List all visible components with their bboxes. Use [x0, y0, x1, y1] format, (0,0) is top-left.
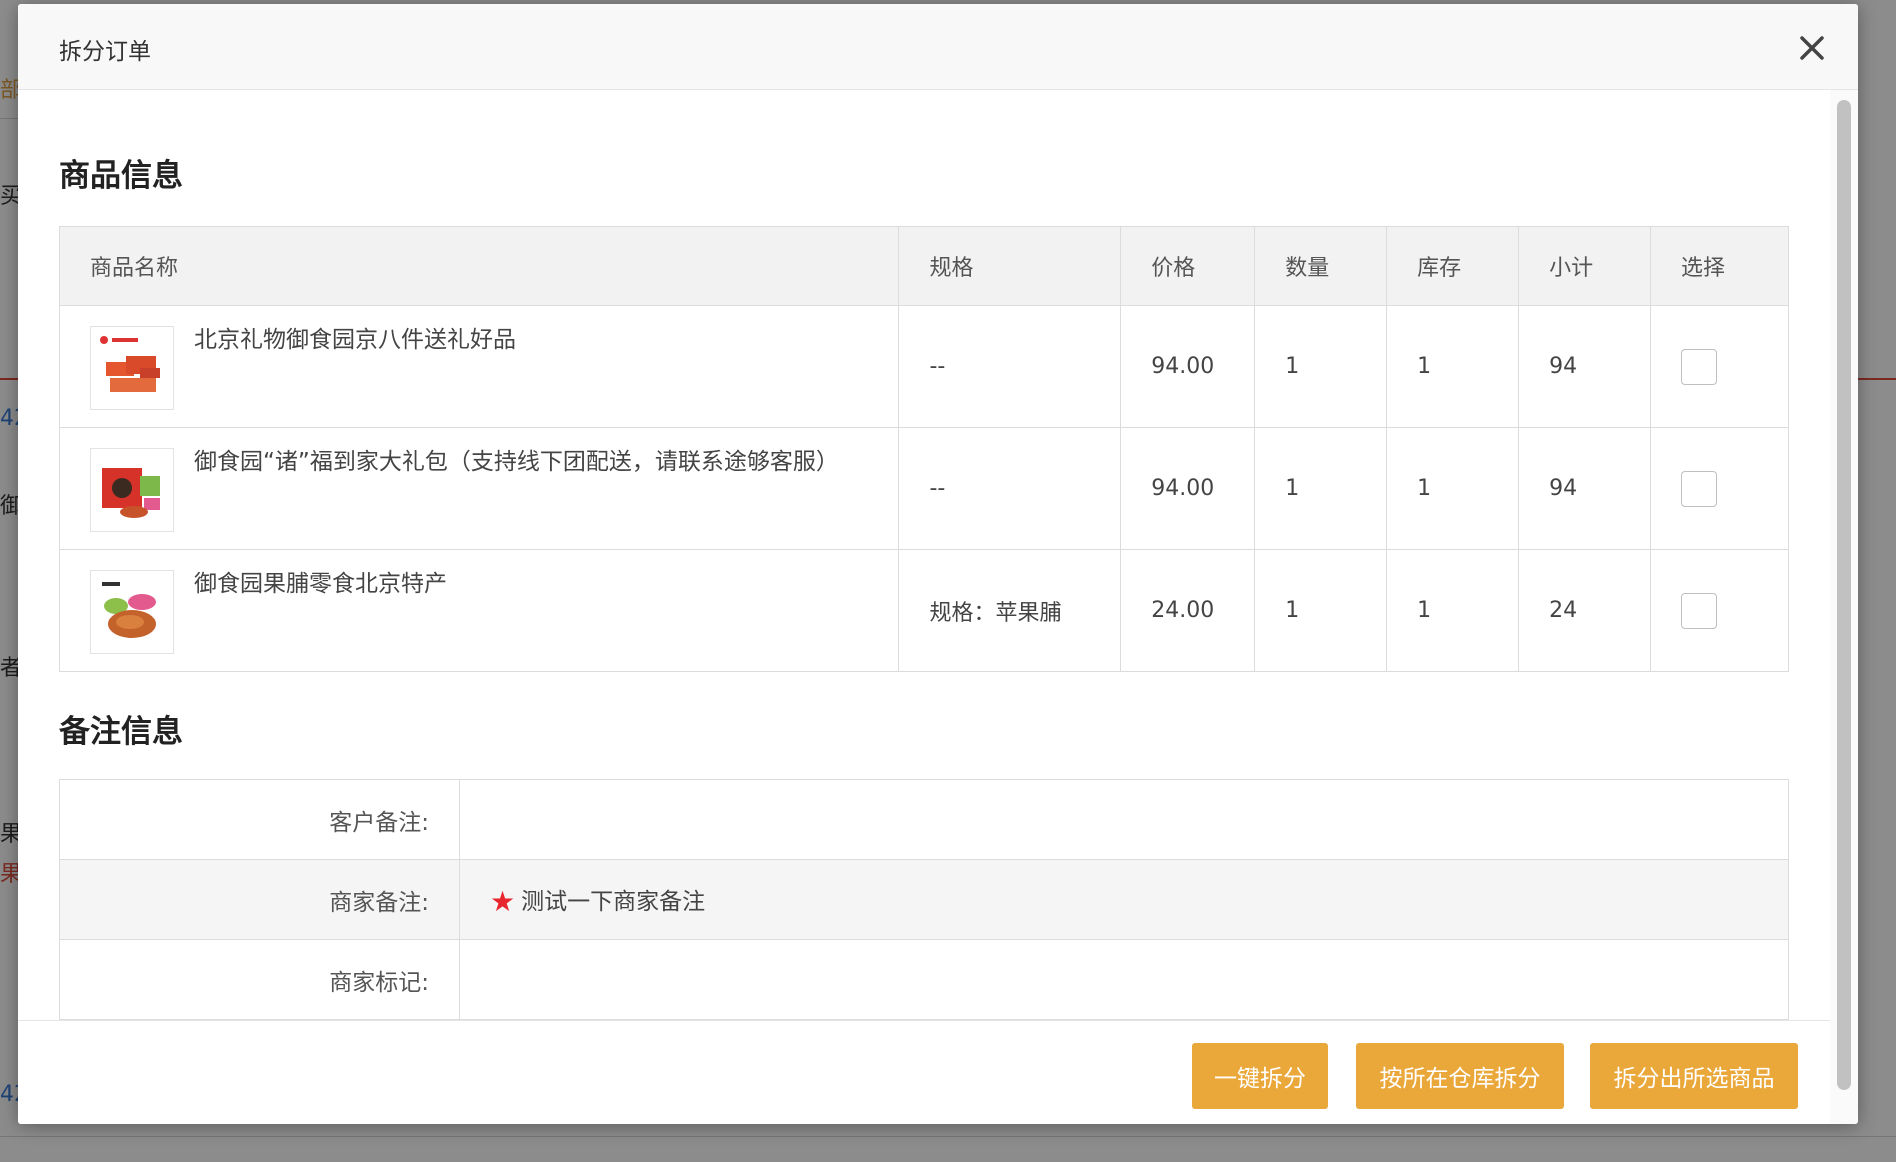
goods-section-title: 商品信息	[59, 158, 183, 194]
select-checkbox[interactable]	[1681, 348, 1718, 385]
merchant-remark-label: 商家备注:	[59, 859, 460, 940]
select-cell	[1650, 427, 1789, 550]
remarks-section-title: 备注信息	[59, 714, 183, 750]
remark-row-mark: 商家标记:	[59, 939, 1789, 1020]
customer-remark-value	[459, 779, 1789, 860]
product-name[interactable]: 北京礼物御食园京八件送礼好品	[194, 326, 516, 356]
merchant-mark-label: 商家标记:	[59, 939, 460, 1020]
spec-cell: --	[898, 305, 1122, 428]
product-name[interactable]: 御食园“诸”福到家大礼包（支持线下团配送，请联系途够客服）	[194, 448, 839, 478]
close-icon[interactable]	[1794, 30, 1830, 66]
stock-cell: 1	[1386, 305, 1520, 428]
split-selected-button[interactable]: 拆分出所选商品	[1590, 1043, 1798, 1109]
goods-table-header: 商品名称 规格 价格 数量 库存 小计 选择	[58, 226, 1789, 306]
remarks-table: 客户备注: 商家备注: ★ 测试一下商家备注 商家标记:	[59, 779, 1789, 1020]
dried-fruit-image[interactable]	[90, 570, 174, 654]
table-row: 御食园果脯零食北京特产 规格：苹果脯 24.00 1 1 24	[58, 549, 1789, 672]
star-icon: ★	[490, 884, 516, 918]
select-checkbox[interactable]	[1681, 470, 1718, 507]
merchant-mark-value	[459, 939, 1789, 1020]
col-name: 商品名称	[58, 226, 900, 306]
col-stock: 库存	[1386, 226, 1520, 306]
split-by-warehouse-button[interactable]: 按所在仓库拆分	[1356, 1043, 1564, 1109]
dialog-footer: 一键拆分 按所在仓库拆分 拆分出所选商品	[18, 1020, 1830, 1124]
one-click-split-button[interactable]: 一键拆分	[1192, 1043, 1328, 1109]
col-subtotal: 小计	[1518, 226, 1652, 306]
spec-cell: --	[898, 427, 1122, 550]
scrollbar-thumb[interactable]	[1837, 100, 1851, 1090]
merchant-remark-cell: ★ 测试一下商家备注	[459, 859, 1789, 940]
dialog-header: 拆分订单	[18, 4, 1858, 90]
split-order-dialog: 拆分订单 商品信息 商品名称 规格 价格 数量 库存 小计 选择 北京礼物御食园…	[18, 4, 1858, 1124]
subtotal-cell: 94	[1518, 427, 1652, 550]
select-cell	[1650, 549, 1789, 672]
col-select: 选择	[1650, 226, 1789, 306]
col-qty: 数量	[1254, 226, 1388, 306]
subtotal-cell: 94	[1518, 305, 1652, 428]
gift-pack-image[interactable]	[90, 448, 174, 532]
product-cell: 北京礼物御食园京八件送礼好品	[58, 305, 900, 428]
customer-remark-label: 客户备注:	[59, 779, 460, 860]
merchant-remark-value: 测试一下商家备注	[521, 888, 706, 915]
subtotal-cell: 24	[1518, 549, 1652, 672]
product-cell: 御食园果脯零食北京特产	[58, 549, 900, 672]
table-row: 御食园“诸”福到家大礼包（支持线下团配送，请联系途够客服） -- 94.00 1…	[58, 427, 1789, 550]
stock-cell: 1	[1386, 549, 1520, 672]
col-spec: 规格	[898, 226, 1122, 306]
qty-cell: 1	[1254, 427, 1388, 550]
spec-cell: 规格：苹果脯	[898, 549, 1122, 672]
product-name[interactable]: 御食园果脯零食北京特产	[194, 570, 447, 600]
col-price: 价格	[1120, 226, 1256, 306]
select-cell	[1650, 305, 1789, 428]
price-cell: 94.00	[1120, 305, 1256, 428]
dialog-body: 商品信息 商品名称 规格 价格 数量 库存 小计 选择 北京礼物御食园京八件送礼…	[18, 90, 1830, 1020]
remark-row-customer: 客户备注:	[59, 779, 1789, 860]
goods-table: 商品名称 规格 价格 数量 库存 小计 选择 北京礼物御食园京八件送礼好品 --…	[58, 226, 1789, 672]
product-cell: 御食园“诸”福到家大礼包（支持线下团配送，请联系途够客服）	[58, 427, 900, 550]
dialog-title: 拆分订单	[59, 39, 151, 65]
price-cell: 94.00	[1120, 427, 1256, 550]
table-row: 北京礼物御食园京八件送礼好品 -- 94.00 1 1 94	[58, 305, 1789, 428]
gift-box-image[interactable]	[90, 326, 174, 410]
stock-cell: 1	[1386, 427, 1520, 550]
remark-row-merchant: 商家备注: ★ 测试一下商家备注	[59, 859, 1789, 940]
price-cell: 24.00	[1120, 549, 1256, 672]
select-checkbox[interactable]	[1681, 592, 1718, 629]
qty-cell: 1	[1254, 549, 1388, 672]
qty-cell: 1	[1254, 305, 1388, 428]
